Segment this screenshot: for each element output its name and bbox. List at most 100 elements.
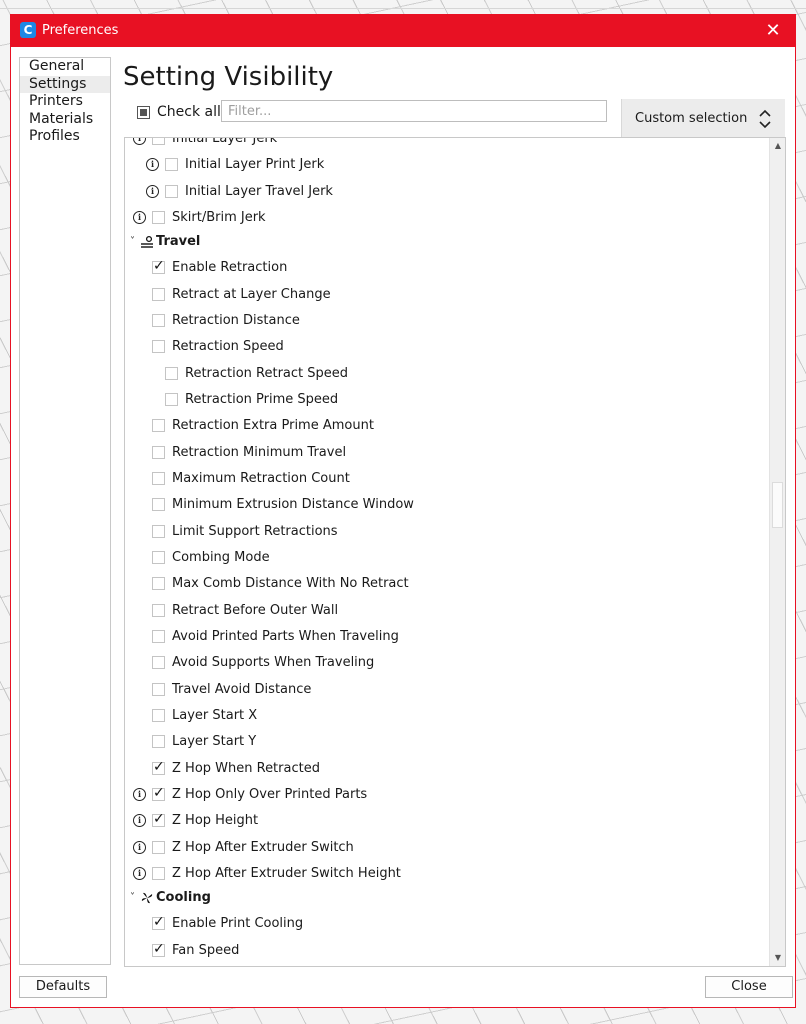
chevron-down-icon[interactable]: ˅: [130, 236, 135, 247]
setting-label: Z Hop When Retracted: [172, 760, 320, 776]
filter-input[interactable]: [221, 100, 607, 122]
visibility-checkbox[interactable]: [152, 708, 165, 722]
setting-label: Retraction Retract Speed: [185, 365, 349, 381]
scroll-down-arrow-icon[interactable]: ▼: [770, 950, 785, 966]
list-scrollbar[interactable]: ▲ ▼: [769, 138, 785, 966]
visibility-checkbox[interactable]: [152, 471, 165, 485]
visibility-checkbox[interactable]: [152, 785, 165, 801]
visibility-checkbox[interactable]: [152, 524, 165, 538]
visibility-checkbox[interactable]: [152, 866, 165, 880]
visibility-checkbox[interactable]: [152, 340, 165, 354]
settings-visibility-list[interactable]: i Initial Layer Jerk i Initial Layer Print …: [124, 137, 786, 967]
setting-row-z-hop-height[interactable]: i Z Hop Height: [125, 810, 765, 832]
cura-app-icon: C: [20, 22, 36, 38]
setting-row-avoid-printed-parts-when-traveling[interactable]: Avoid Printed Parts When Traveling: [125, 626, 765, 648]
visibility-checkbox[interactable]: [152, 840, 165, 854]
fan-icon: [141, 893, 153, 904]
category-travel[interactable]: ˅ Travel: [125, 231, 765, 253]
sidebar-item-materials[interactable]: Materials: [20, 111, 110, 129]
chevron-down-icon[interactable]: ˅: [130, 892, 135, 903]
visibility-checkbox[interactable]: [152, 941, 165, 957]
setting-label: Limit Support Retractions: [172, 523, 338, 539]
setting-row-skirt-brim-jerk[interactable]: i Skirt/Brim Jerk: [125, 207, 765, 229]
setting-row-combing-mode[interactable]: Combing Mode: [125, 547, 765, 569]
setting-row-z-hop-after-extruder-switch[interactable]: i Z Hop After Extruder Switch: [125, 837, 765, 859]
setting-row-layer-start-x[interactable]: Layer Start X: [125, 705, 765, 727]
info-icon[interactable]: i: [133, 787, 146, 801]
info-icon[interactable]: i: [133, 840, 146, 854]
setting-row-z-hop-after-extruder-switch-height[interactable]: i Z Hop After Extruder Switch Height: [125, 863, 765, 885]
setting-row-travel-avoid-distance[interactable]: Travel Avoid Distance: [125, 679, 765, 701]
setting-row-fan-speed[interactable]: Fan Speed: [125, 940, 765, 962]
title-bar[interactable]: C Preferences ✕: [11, 15, 795, 47]
category-cooling[interactable]: ˅ Cooling: [125, 887, 765, 909]
visibility-checkbox[interactable]: [152, 258, 165, 275]
scroll-up-arrow-icon[interactable]: ▲: [770, 138, 785, 154]
visibility-checkbox[interactable]: [152, 656, 165, 670]
visibility-checkbox[interactable]: [152, 735, 165, 749]
sidebar-item-settings[interactable]: Settings: [20, 75, 110, 94]
setting-row-retract-before-outer-wall[interactable]: Retract Before Outer Wall: [125, 600, 765, 622]
setting-row-z-hop-only-over-printed-parts[interactable]: i Z Hop Only Over Printed Parts: [125, 784, 765, 806]
sidebar-item-general[interactable]: General: [20, 58, 110, 76]
visibility-checkbox[interactable]: [152, 138, 165, 145]
setting-row-retraction-speed[interactable]: Retraction Speed: [125, 336, 765, 358]
visibility-checkbox[interactable]: [165, 366, 178, 380]
close-window-button[interactable]: ✕: [751, 15, 795, 47]
sidebar-item-profiles[interactable]: Profiles: [20, 128, 110, 146]
visibility-checkbox[interactable]: [152, 498, 165, 512]
close-button[interactable]: Close: [705, 976, 793, 998]
defaults-button[interactable]: Defaults: [19, 976, 107, 998]
setting-row-minimum-extrusion-distance-window[interactable]: Minimum Extrusion Distance Window: [125, 494, 765, 516]
visibility-checkbox[interactable]: [165, 184, 178, 198]
setting-row-avoid-supports-when-traveling[interactable]: Avoid Supports When Traveling: [125, 652, 765, 674]
setting-label: Z Hop Height: [172, 813, 259, 829]
info-icon[interactable]: i: [133, 210, 146, 224]
setting-row-layer-start-y[interactable]: Layer Start Y: [125, 731, 765, 753]
visibility-checkbox[interactable]: [152, 629, 165, 643]
info-icon[interactable]: i: [146, 184, 159, 198]
visibility-checkbox[interactable]: [152, 759, 165, 775]
visibility-checkbox[interactable]: [152, 445, 165, 459]
setting-row-retraction-extra-prime-amount[interactable]: Retraction Extra Prime Amount: [125, 415, 765, 437]
setting-row-z-hop-when-retracted[interactable]: Z Hop When Retracted: [125, 758, 765, 780]
setting-row-retract-at-layer-change[interactable]: Retract at Layer Change: [125, 284, 765, 306]
visibility-checkbox[interactable]: [152, 287, 165, 301]
visibility-preset-select[interactable]: Custom selection: [621, 99, 785, 139]
visibility-checkbox[interactable]: [152, 210, 165, 224]
setting-row-limit-support-retractions[interactable]: Limit Support Retractions: [125, 521, 765, 543]
visibility-checkbox[interactable]: [152, 550, 165, 564]
info-icon[interactable]: i: [133, 814, 146, 828]
visibility-checkbox[interactable]: [152, 914, 165, 931]
info-icon[interactable]: i: [133, 866, 146, 880]
setting-label: Z Hop After Extruder Switch Height: [172, 865, 401, 881]
setting-row-retraction-prime-speed[interactable]: Retraction Prime Speed: [125, 389, 765, 411]
setting-row-enable-print-cooling[interactable]: Enable Print Cooling: [125, 913, 765, 935]
visibility-checkbox[interactable]: [152, 577, 165, 591]
visibility-checkbox[interactable]: [152, 811, 165, 828]
setting-row-initial-layer-travel-jerk[interactable]: i Initial Layer Travel Jerk: [125, 181, 765, 203]
setting-row-enable-retraction[interactable]: Enable Retraction: [125, 257, 765, 279]
check-all-toggle[interactable]: Check all: [137, 103, 221, 121]
setting-row-initial-layer-jerk[interactable]: i Initial Layer Jerk: [125, 138, 765, 150]
info-icon[interactable]: i: [146, 158, 159, 172]
setting-row-retraction-distance[interactable]: Retraction Distance: [125, 310, 765, 332]
sidebar-item-printers[interactable]: Printers: [20, 93, 110, 111]
setting-label: Retraction Extra Prime Amount: [172, 418, 374, 434]
visibility-checkbox[interactable]: [165, 158, 178, 172]
info-icon[interactable]: i: [133, 138, 146, 145]
visibility-checkbox[interactable]: [152, 313, 165, 327]
setting-row-retraction-minimum-travel[interactable]: Retraction Minimum Travel: [125, 442, 765, 464]
check-all-checkbox[interactable]: [137, 105, 150, 119]
scrollbar-thumb[interactable]: [772, 482, 783, 528]
visibility-checkbox[interactable]: [152, 603, 165, 617]
visibility-checkbox[interactable]: [152, 419, 165, 433]
setting-row-retraction-retract-speed[interactable]: Retraction Retract Speed: [125, 363, 765, 385]
setting-row-maximum-retraction-count[interactable]: Maximum Retraction Count: [125, 468, 765, 490]
visibility-checkbox[interactable]: [152, 682, 165, 696]
setting-row-max-comb-distance-with-no-retract[interactable]: Max Comb Distance With No Retract: [125, 573, 765, 595]
preferences-dialog: C Preferences ✕ General Settings Printer…: [10, 14, 796, 1008]
setting-label: Retraction Minimum Travel: [172, 444, 347, 460]
visibility-checkbox[interactable]: [165, 392, 178, 406]
setting-row-initial-layer-print-jerk[interactable]: i Initial Layer Print Jerk: [125, 154, 765, 176]
